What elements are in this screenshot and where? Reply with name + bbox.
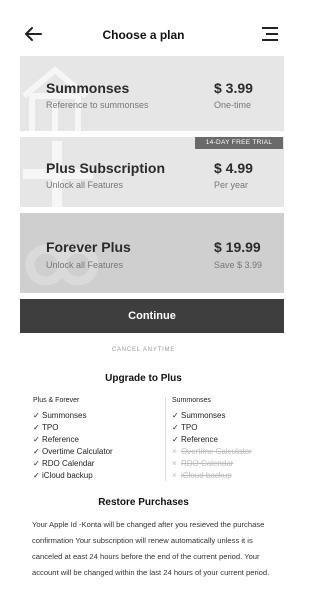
continue-button[interactable]: Continue [20,299,284,333]
hamburger-menu-icon[interactable] [262,27,278,41]
plan-period: Per year [214,180,249,190]
feature-label: Summonses [42,411,87,420]
feature-label: Summonses [181,411,226,420]
check-icon: ✓ [33,471,40,480]
feature-label: Reference [42,435,79,444]
plan-name: Summonses [46,80,130,96]
page-title: Choose a plan [102,28,185,42]
feature-item: ✓ RDO Calendar [33,459,94,468]
plan-card-forever-plus[interactable]: Forever Plus Unlock all Features $ 19.99… [20,213,284,293]
check-icon: ✓ [172,435,179,444]
cross-icon: × [172,459,177,468]
top-bar: Choose a plan [0,0,287,56]
cancel-anytime-note: CANCEL ANYTIME [111,347,176,353]
plan-price: $ 4.99 [214,160,253,176]
feature-label: Overtime Calculator [181,447,252,456]
column-heading-plus-forever: Plus & Forever [33,397,80,404]
feature-label: Overtime Calculator [42,447,113,456]
feature-item: ✓ Reference [33,435,79,444]
feature-item-unavailable: × iCloud backup [172,471,232,480]
check-icon: ✓ [33,411,40,420]
plan-price: $ 19.99 [214,239,261,255]
feature-item: ✓ Reference [172,435,218,444]
free-trial-badge: 14-DAY FREE TRIAL [195,137,283,149]
feature-item-unavailable: × RDO Calendar [172,459,233,468]
upgrade-heading: Upgrade to Plus [105,373,182,384]
plan-subtitle: Reference to summonses [46,100,149,110]
check-icon: ✓ [33,423,40,432]
plan-subtitle: Unlock all Features [46,260,124,270]
column-divider [165,397,166,481]
feature-label: TPO [42,423,59,432]
plan-period: Save $ 3.99 [214,260,263,270]
cross-icon: × [172,447,177,456]
check-icon: ✓ [33,447,40,456]
column-heading-summonses: Summonses [172,397,211,404]
feature-label: RDO Calendar [181,459,234,468]
feature-item: ✓ Overtime Calculator [33,447,113,456]
plan-name: Plus Subscription [46,160,166,176]
feature-label: iCloud backup [42,471,93,480]
feature-item: ✓ TPO [33,423,58,432]
feature-label: RDO Calendar [42,459,95,468]
feature-label: Reference [181,435,218,444]
plan-name: Forever Plus [46,239,131,255]
legal-notice: Your Apple Id -Konta will be changed aft… [32,520,270,577]
plan-card-summonses[interactable]: Summonses Reference to summonses $ 3.99 … [20,56,284,131]
feature-item: ✓ TPO [172,423,197,432]
feature-label: TPO [181,423,198,432]
plan-price: $ 3.99 [214,80,253,96]
check-icon: ✓ [172,411,179,420]
plan-period: One-time [214,100,252,110]
feature-item: ✓ Summonses [172,411,225,420]
feature-label: iCloud backup [181,471,232,480]
plan-subtitle: Unlock all Features [46,180,124,190]
feature-item-unavailable: × Overtime Calculator [172,447,252,456]
restore-purchases-button[interactable]: Restore Purchases [0,497,287,508]
check-icon: ✓ [33,435,40,444]
cross-icon: × [172,471,177,480]
check-icon: ✓ [33,459,40,468]
feature-item: ✓ Summonses [33,411,86,420]
feature-item: ✓ iCloud backup [33,471,93,480]
check-icon: ✓ [172,423,179,432]
